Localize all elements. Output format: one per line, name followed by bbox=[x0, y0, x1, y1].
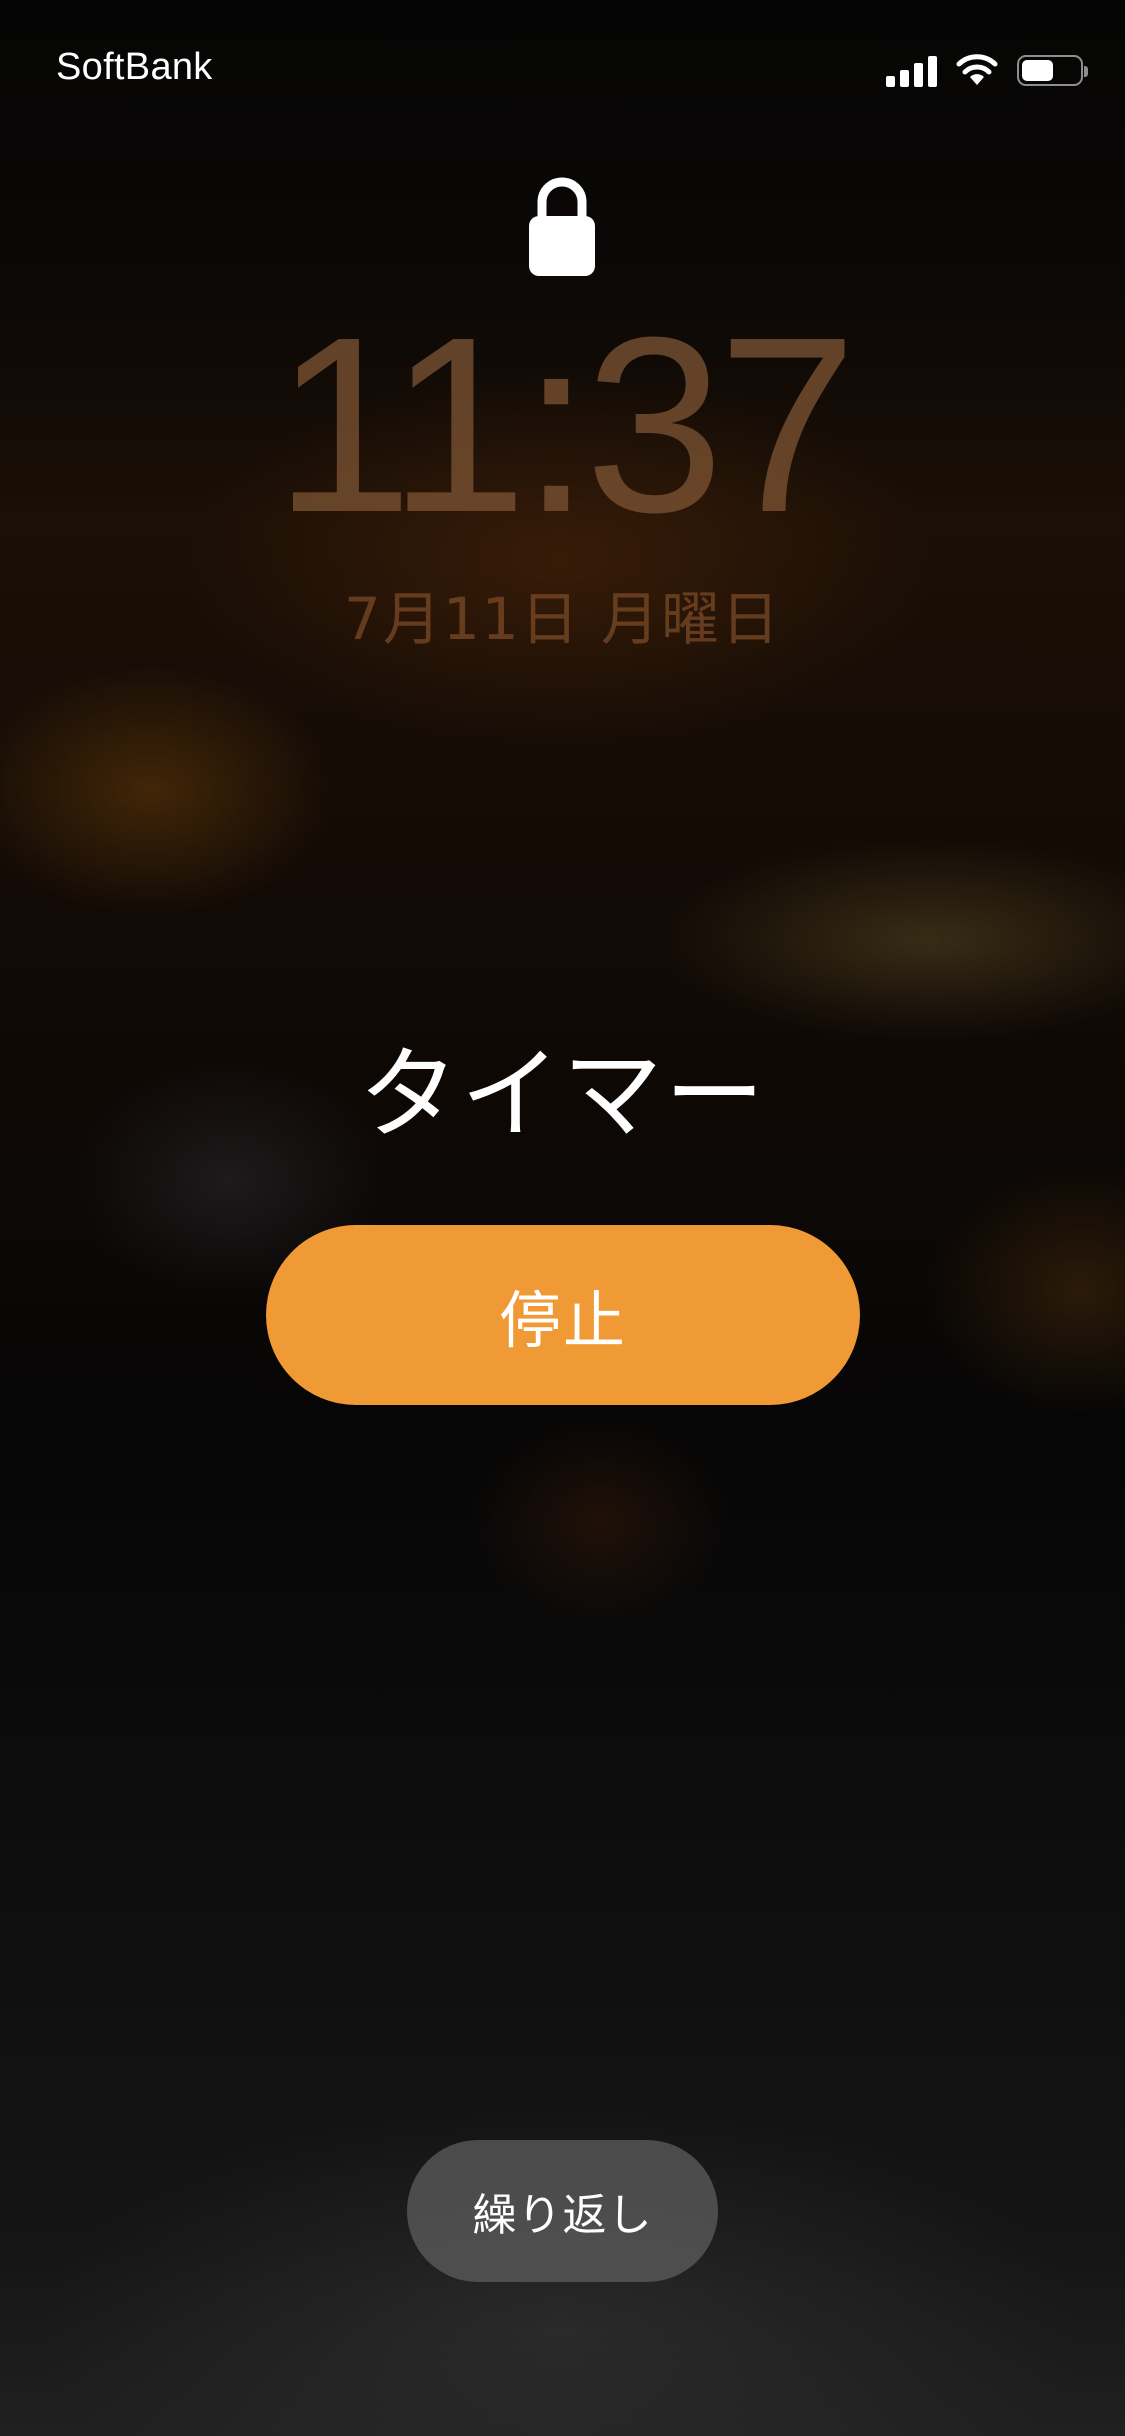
lock-screen-date: 7月11日 月曜日 bbox=[343, 585, 782, 653]
repeat-button[interactable]: 繰り返し bbox=[407, 2140, 718, 2282]
alert-title: タイマー bbox=[358, 1036, 767, 1153]
lock-icon bbox=[529, 177, 595, 276]
wifi-icon bbox=[956, 54, 998, 85]
repeat-button-label: 繰り返し bbox=[472, 2190, 653, 2241]
status-indicators bbox=[886, 50, 1088, 90]
lock-screen-time: 11:37 bbox=[273, 285, 857, 564]
lock-screen: SoftBank 11:37 7月11日 月曜日 タイマー 停止 繰り返し bbox=[0, 0, 1125, 2436]
battery-icon bbox=[1017, 54, 1088, 86]
stop-button[interactable]: 停止 bbox=[266, 1225, 860, 1405]
cellular-signal-icon bbox=[886, 53, 937, 87]
carrier-name: SoftBank bbox=[56, 46, 213, 88]
battery-level-fill bbox=[1022, 59, 1053, 81]
stop-button-label: 停止 bbox=[498, 1284, 627, 1357]
